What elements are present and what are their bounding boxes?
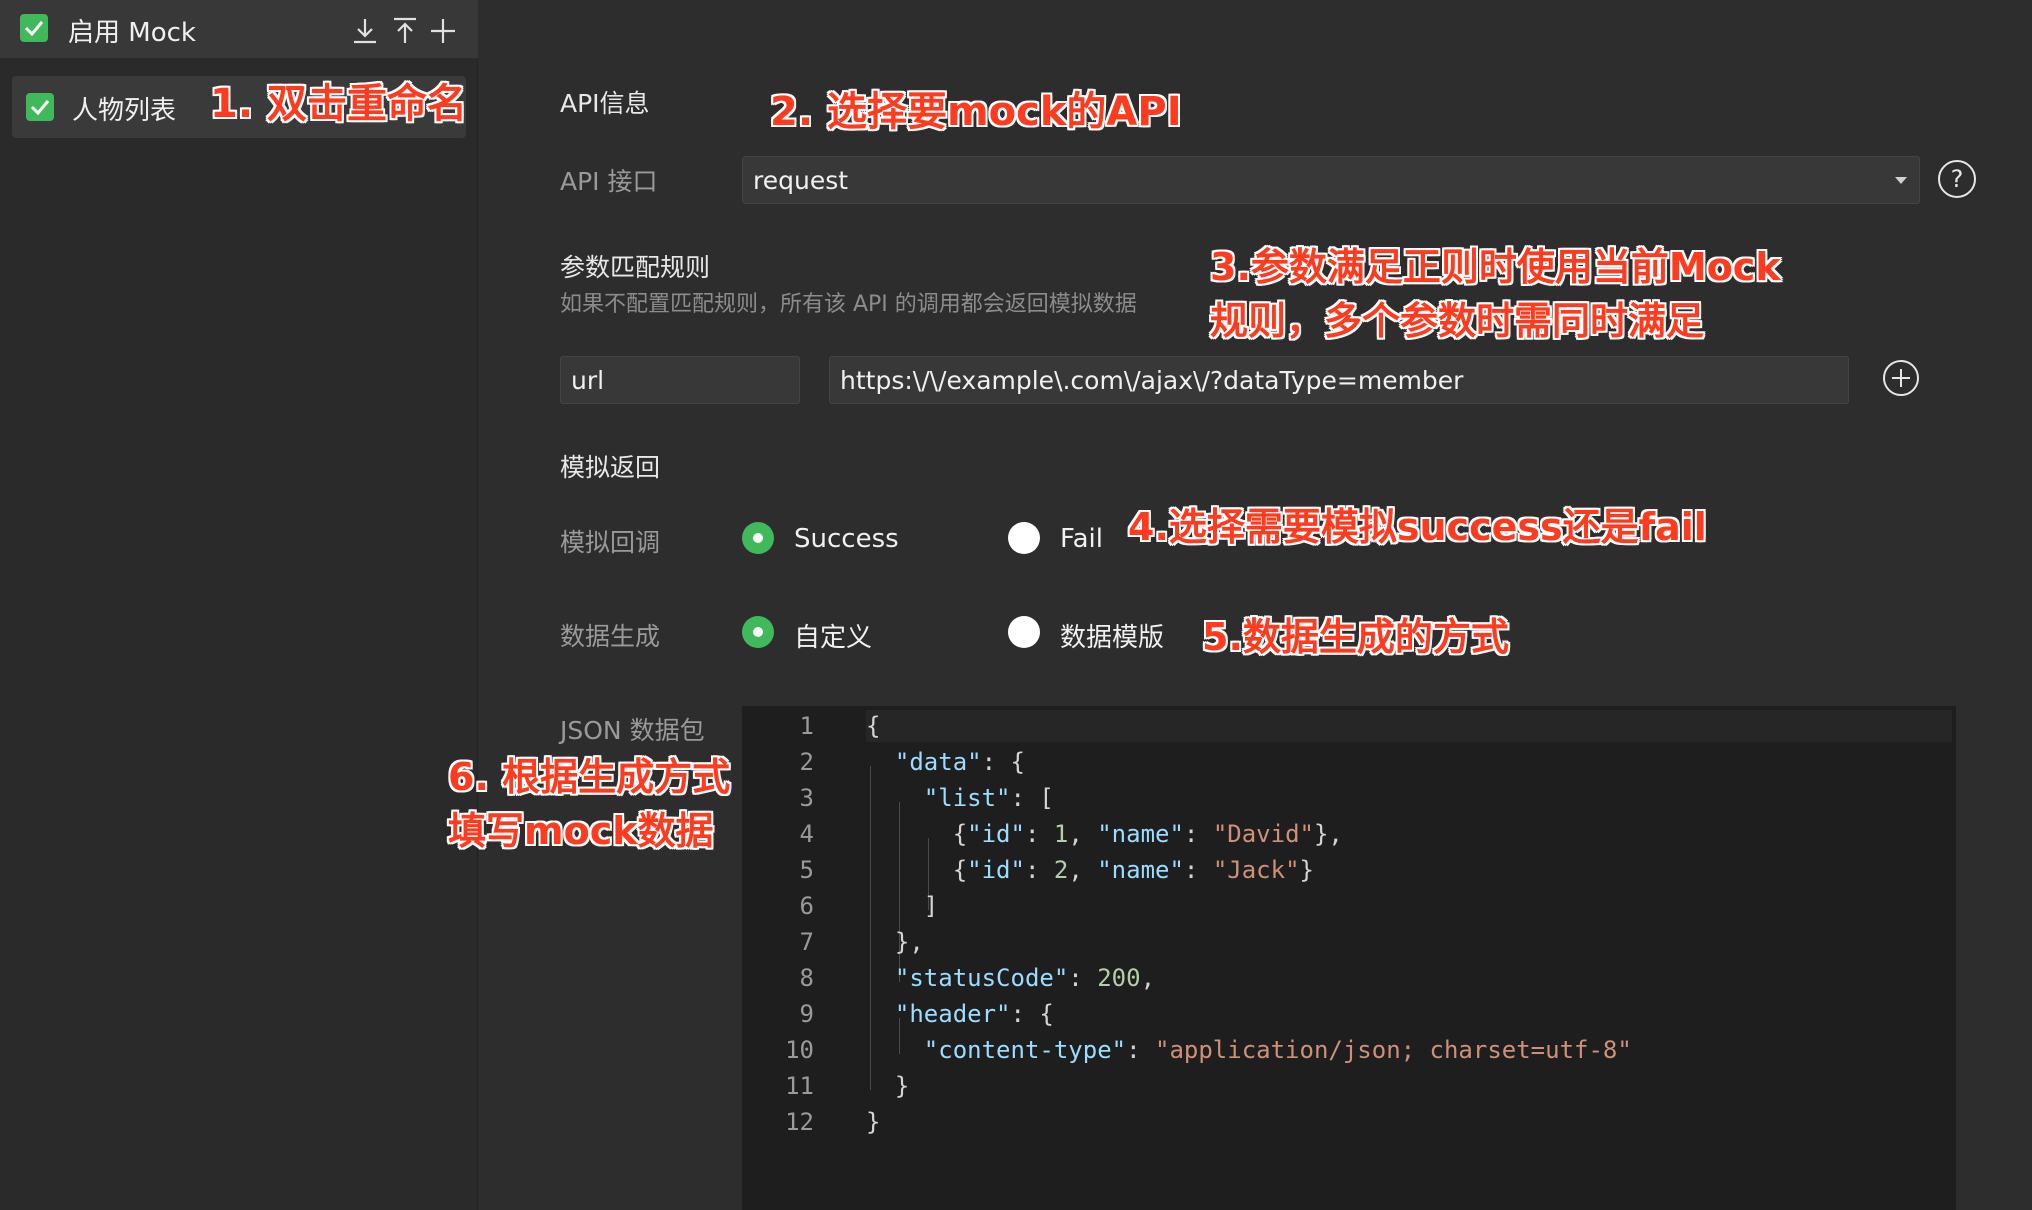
line-number: 12 bbox=[785, 1108, 814, 1136]
line-number: 8 bbox=[799, 964, 814, 992]
code-line: ] bbox=[866, 892, 939, 920]
api-select-value: request bbox=[753, 166, 849, 195]
line-number: 1 bbox=[799, 712, 814, 740]
line-number: 10 bbox=[785, 1036, 814, 1064]
code-line: {"id": 1, "name": "David"}, bbox=[866, 820, 1343, 848]
enable-mock-checkbox[interactable] bbox=[20, 14, 48, 42]
code-line: "data": { bbox=[894, 748, 1025, 776]
api-label: API 接口 bbox=[560, 167, 658, 196]
api-select[interactable]: request bbox=[742, 156, 1920, 204]
params-section-heading: 参数匹配规则 bbox=[560, 253, 711, 282]
api-section-heading: API信息 bbox=[560, 89, 650, 118]
gen-template-label: 数据模版 bbox=[1060, 623, 1165, 653]
annotation-3-line1: 3.参数满足正则时使用当前Mock bbox=[1210, 245, 1781, 289]
callback-fail-radio[interactable] bbox=[1008, 522, 1040, 554]
gen-label: 数据生成 bbox=[560, 622, 661, 651]
line-number: 3 bbox=[799, 784, 814, 812]
current-line-highlight bbox=[866, 710, 1952, 742]
annotation-1: 1. 双击重命名 bbox=[210, 81, 467, 127]
json-label: JSON 数据包 bbox=[560, 716, 705, 745]
gen-custom-radio[interactable] bbox=[742, 616, 774, 648]
code-line: { bbox=[866, 712, 881, 740]
download-icon[interactable] bbox=[350, 16, 380, 46]
add-param-icon[interactable] bbox=[1882, 359, 1920, 397]
gen-template-radio[interactable] bbox=[1008, 616, 1040, 648]
annotation-6-line1: 6. 根据生成方式 bbox=[448, 755, 731, 799]
mock-section-heading: 模拟返回 bbox=[560, 453, 661, 482]
gen-custom-label: 自定义 bbox=[794, 623, 873, 653]
code-line: } bbox=[866, 1072, 910, 1100]
code-line: }, bbox=[866, 928, 924, 956]
code-line: {"id": 2, "name": "Jack"} bbox=[866, 856, 1314, 884]
line-number: 9 bbox=[799, 1000, 814, 1028]
item-checkbox[interactable] bbox=[26, 93, 54, 121]
code-line: } bbox=[866, 1108, 881, 1136]
callback-label: 模拟回调 bbox=[560, 528, 661, 557]
annotation-5: 5.数据生成的方式 bbox=[1202, 615, 1509, 659]
line-number: 6 bbox=[799, 892, 814, 920]
list-item-label: 人物列表 bbox=[72, 96, 177, 126]
callback-success-label: Success bbox=[794, 524, 899, 554]
annotation-3-line2: 规则，多个参数时需同时满足 bbox=[1210, 299, 1705, 343]
callback-success-radio[interactable] bbox=[742, 522, 774, 554]
annotation-4: 4.选择需要模拟success还是fail bbox=[1128, 505, 1707, 549]
callback-fail-label: Fail bbox=[1060, 524, 1103, 554]
enable-mock-label: 启用 Mock bbox=[68, 18, 196, 48]
code-line: "content-type": "application/json; chars… bbox=[923, 1036, 1632, 1064]
json-editor[interactable]: 1 2 3 4 5 6 7 8 9 10 11 12 { "data": { "… bbox=[742, 706, 1956, 1210]
line-number: 4 bbox=[799, 820, 814, 848]
check-icon bbox=[30, 100, 50, 116]
plus-icon[interactable] bbox=[428, 16, 458, 46]
help-icon[interactable]: ? bbox=[1937, 159, 1977, 199]
line-number: 2 bbox=[799, 748, 814, 776]
chevron-down-icon bbox=[1895, 177, 1907, 184]
line-number: 5 bbox=[799, 856, 814, 884]
sidebar: 启用 Mock 人物列表 bbox=[0, 0, 478, 1210]
param-value-input[interactable] bbox=[829, 356, 1849, 404]
svg-text:?: ? bbox=[1951, 165, 1964, 193]
upload-icon[interactable] bbox=[390, 16, 420, 46]
code-line: "header": { bbox=[894, 1000, 1054, 1028]
annotation-2: 2. 选择要mock的API bbox=[770, 89, 1182, 135]
annotation-6-line2: 填写mock数据 bbox=[448, 809, 714, 853]
check-icon bbox=[24, 21, 44, 37]
params-hint: 如果不配置匹配规则，所有该 API 的调用都会返回模拟数据 bbox=[560, 292, 1137, 317]
sidebar-header: 启用 Mock bbox=[0, 0, 478, 58]
line-number: 7 bbox=[799, 928, 814, 956]
code-line: "list": [ bbox=[923, 784, 1054, 812]
line-number: 11 bbox=[785, 1072, 814, 1100]
param-key-input[interactable] bbox=[560, 356, 800, 404]
code-line: "statusCode": 200, bbox=[894, 964, 1156, 992]
